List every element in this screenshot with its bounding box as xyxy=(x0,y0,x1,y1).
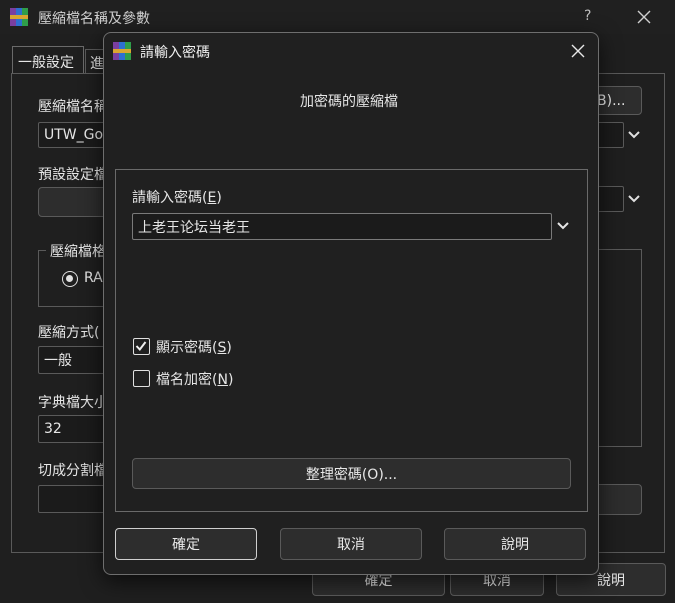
close-icon[interactable] xyxy=(571,44,585,58)
ok-button[interactable]: 確定 xyxy=(115,528,257,560)
rar-radio[interactable] xyxy=(62,271,78,287)
encrypt-names-checkbox[interactable] xyxy=(133,370,150,387)
winrar-icon xyxy=(10,8,28,26)
archive-name-label: 壓縮檔名稱 xyxy=(38,99,108,115)
organize-passwords-button[interactable]: 整理密碼(O)... xyxy=(132,458,571,489)
rar-radio-label: RA xyxy=(84,270,103,286)
split-label: 切成分割檔 xyxy=(38,463,108,479)
format-group-label: 壓縮檔格 xyxy=(46,241,110,261)
encrypt-names-label: 檔名加密(N) xyxy=(156,372,234,388)
bg-title-bar: 壓縮檔名稱及參數 ? xyxy=(0,0,675,34)
password-history-dropdown[interactable] xyxy=(553,213,573,239)
password-label: 請輸入密碼(E) xyxy=(132,190,222,206)
bg-close-icon[interactable] xyxy=(636,9,652,25)
bg-window-title: 壓縮檔名稱及參數 xyxy=(38,11,150,27)
dialog-heading: 加密碼的壓縮檔 xyxy=(300,94,398,110)
bg-tab-general[interactable]: 一般設定 xyxy=(12,46,84,74)
profile-label: 預設設定檔 xyxy=(38,167,108,183)
show-password-label: 顯示密碼(S) xyxy=(156,340,232,356)
dict-size-label: 字典檔大小 xyxy=(38,395,108,411)
split-field[interactable] xyxy=(38,485,108,513)
cancel-button[interactable]: 取消 xyxy=(280,528,422,560)
method-label: 壓縮方式( xyxy=(38,325,100,341)
chevron-down-icon[interactable] xyxy=(624,186,644,212)
bg-help-icon[interactable]: ? xyxy=(584,8,591,24)
dialog-winrar-icon xyxy=(113,42,131,60)
password-group-box: 請輸入密碼(E) 上老王论坛当老王 顯示密碼(S) 檔名加密(N) 整理密碼(O… xyxy=(115,169,588,512)
password-input[interactable]: 上老王论坛当老王 xyxy=(132,213,552,240)
dict-size-select[interactable]: 32 xyxy=(38,415,108,443)
help-button[interactable]: 說明 xyxy=(444,528,586,560)
dialog-title: 請輸入密碼 xyxy=(140,45,210,61)
show-password-checkbox[interactable] xyxy=(133,338,150,355)
archive-name-field[interactable]: UTW_Go xyxy=(38,122,108,148)
profile-button[interactable] xyxy=(38,187,108,217)
password-dialog: 請輸入密碼 加密碼的壓縮檔 請輸入密碼(E) 上老王论坛当老王 顯示密碼(S) … xyxy=(103,32,599,575)
chevron-down-icon[interactable] xyxy=(624,122,644,148)
method-select[interactable]: 一般 xyxy=(38,346,108,374)
